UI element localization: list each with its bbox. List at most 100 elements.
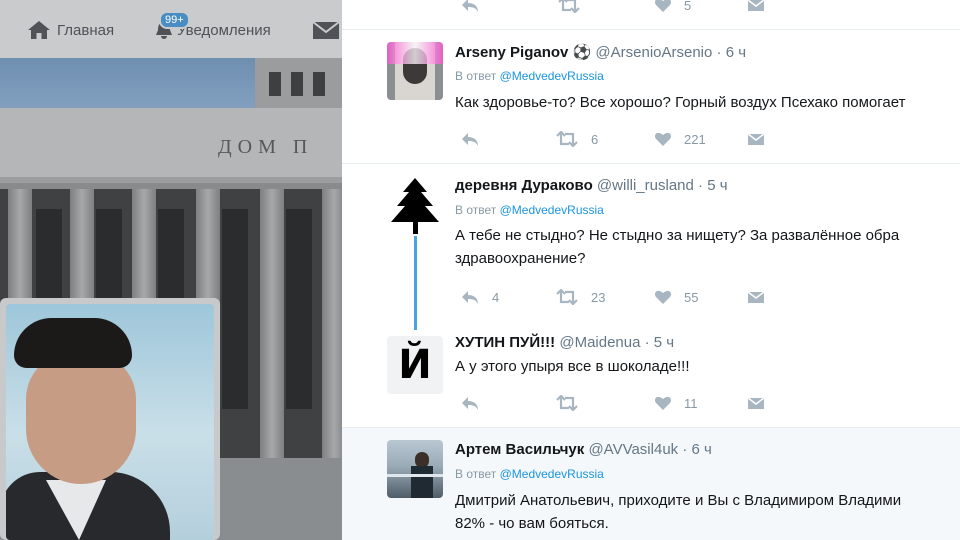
- tweet-time[interactable]: 6 ч: [726, 44, 746, 61]
- tweet-header: Артем Васильчук @AVVasil4uk · 6 ч: [455, 441, 712, 458]
- heart-icon: [654, 131, 672, 147]
- tweet-author-name[interactable]: Arseny Piganov: [455, 44, 568, 61]
- reply-prefix: В ответ: [455, 467, 497, 481]
- dm-icon: [747, 395, 765, 411]
- heart-icon: [654, 289, 672, 305]
- thread-connector-line: [414, 236, 417, 330]
- tweet-avatar[interactable]: [387, 42, 443, 100]
- nav-messages[interactable]: [312, 20, 340, 40]
- envelope-icon: [312, 20, 340, 40]
- profile-avatar[interactable]: [0, 298, 220, 540]
- tweet-text-line: А у этого упыря все в шоколаде!!!: [455, 358, 690, 375]
- like-count: 221: [684, 131, 706, 147]
- tweet-header: ХУТИН ПУЙ!!! @Maidenua · 5 ч: [455, 334, 675, 351]
- message-button[interactable]: [747, 289, 765, 305]
- retweet-icon: [555, 395, 579, 411]
- like-count: 11: [684, 395, 698, 411]
- reply-button[interactable]: [460, 395, 480, 411]
- dm-icon: [747, 0, 765, 13]
- retweet-icon: [555, 289, 579, 305]
- tweet-author-handle[interactable]: @willi_rusland: [597, 177, 694, 194]
- tweet-author-name[interactable]: Артем Васильчук: [455, 441, 584, 458]
- top-navbar: Главная 99+ Уведомления: [0, 0, 342, 58]
- reply-icon: [460, 131, 480, 147]
- tweet-avatar[interactable]: Й: [387, 336, 443, 394]
- tweet-text: Дмитрий Анатольевич, приходите и Вы с Вл…: [455, 489, 901, 535]
- reply-context: В ответ @MedvedevRussia: [455, 467, 604, 481]
- reply-to-link[interactable]: @MedvedevRussia: [500, 467, 604, 481]
- reply-context: В ответ @MedvedevRussia: [455, 203, 604, 217]
- avatar-letter: Й: [398, 342, 432, 388]
- nav-home[interactable]: Главная: [27, 20, 114, 40]
- nav-notifications-label: Уведомления: [177, 21, 271, 39]
- tree-icon: [387, 178, 443, 234]
- message-button[interactable]: [747, 0, 765, 13]
- retweet-button[interactable]: 23: [555, 289, 605, 305]
- retweet-count: 6: [591, 131, 599, 147]
- retweet-icon: [557, 0, 581, 13]
- reply-prefix: В ответ: [455, 203, 497, 217]
- dm-icon: [747, 289, 765, 305]
- reply-icon: [460, 395, 480, 411]
- reply-button[interactable]: 4: [460, 289, 499, 305]
- message-button[interactable]: [747, 131, 765, 147]
- tweet-text-line: Дмитрий Анатольевич, приходите и Вы с Вл…: [455, 492, 902, 509]
- tweet[interactable]: Arseny Piganov ⚽ @ArsenioArsenio · 6 ч В…: [342, 30, 960, 164]
- tweet-time[interactable]: 5 ч: [707, 177, 727, 194]
- profile-avatar-photo: [6, 304, 214, 540]
- tweet-previous-actions: 5: [342, 0, 960, 30]
- tweet-thread: деревня Дураково @willi_rusland · 5 ч В …: [342, 164, 960, 428]
- message-button[interactable]: [747, 395, 765, 411]
- reply-to-link[interactable]: @MedvedevRussia: [500, 203, 604, 217]
- heart-icon: [654, 0, 672, 13]
- tweet-avatar[interactable]: [387, 176, 443, 234]
- tweet-author-name[interactable]: деревня Дураково: [455, 177, 593, 194]
- heart-icon: [654, 395, 672, 411]
- tweet-time[interactable]: 6 ч: [692, 441, 712, 458]
- tweet-author-handle[interactable]: @Maidenua: [559, 334, 640, 351]
- tweet-text: А у этого упыря все в шоколаде!!!: [455, 355, 690, 378]
- nav-notifications[interactable]: 99+ Уведомления: [153, 11, 271, 40]
- background-profile-page: Главная 99+ Уведомления ДОМ П: [0, 0, 342, 540]
- bell-icon: 99+: [153, 11, 190, 40]
- tweet-avatar[interactable]: [387, 440, 443, 498]
- like-button[interactable]: 221: [654, 131, 706, 147]
- reply-icon: [460, 289, 480, 305]
- notifications-badge: 99+: [159, 11, 190, 29]
- like-count: 55: [684, 289, 699, 305]
- reply-button[interactable]: [460, 0, 480, 13]
- like-button[interactable]: 11: [654, 395, 698, 411]
- tweet-author-handle[interactable]: @ArsenioArsenio: [595, 44, 712, 61]
- reply-button[interactable]: [460, 131, 480, 147]
- building-fascia: ДОМ П: [0, 108, 342, 183]
- tweet-author-name[interactable]: ХУТИН ПУЙ!!!: [455, 334, 555, 351]
- home-icon: [27, 20, 51, 40]
- nav-home-label: Главная: [57, 21, 115, 39]
- tweet-header: Arseny Piganov ⚽ @ArsenioArsenio · 6 ч: [455, 44, 747, 61]
- tweet-text-line: А тебе не стыдно? Не стыдно за нищету? З…: [455, 227, 900, 244]
- retweet-button[interactable]: [555, 395, 579, 411]
- building-inscription: ДОМ П: [218, 136, 314, 158]
- reply-count: 4: [492, 289, 500, 305]
- retweet-button[interactable]: 6: [555, 131, 598, 147]
- retweet-button[interactable]: [557, 0, 581, 13]
- tweet-header: деревня Дураково @willi_rusland · 5 ч: [455, 177, 728, 194]
- retweet-count: 23: [591, 289, 606, 305]
- building-top: [255, 58, 342, 108]
- like-count: 5: [684, 0, 692, 13]
- replies-panel: 5 Arseny Piganov ⚽ @ArsenioArsenio · 6 ч…: [342, 0, 960, 540]
- like-button[interactable]: 5: [654, 0, 691, 13]
- retweet-icon: [555, 131, 579, 147]
- like-button[interactable]: 55: [654, 289, 698, 305]
- tweet-author-handle[interactable]: @AVVasil4uk: [588, 441, 678, 458]
- tweet[interactable]: Артем Васильчук @AVVasil4uk · 6 ч В отве…: [342, 428, 960, 540]
- reply-context: В ответ @MedvedevRussia: [455, 69, 604, 83]
- dm-icon: [747, 131, 765, 147]
- reply-prefix: В ответ: [455, 69, 497, 83]
- tweet-text: А тебе не стыдно? Не стыдно за нищету? З…: [455, 224, 899, 270]
- reply-to-link[interactable]: @MedvedevRussia: [500, 69, 604, 83]
- tweet-time[interactable]: 5 ч: [654, 334, 674, 351]
- tweet-text: Как здоровье-то? Все хорошо? Горный возд…: [455, 91, 905, 114]
- tweet-text-line: 82% - чо вам бояться.: [455, 515, 609, 532]
- tweet-text-line: Как здоровье-то? Все хорошо? Горный возд…: [455, 94, 906, 111]
